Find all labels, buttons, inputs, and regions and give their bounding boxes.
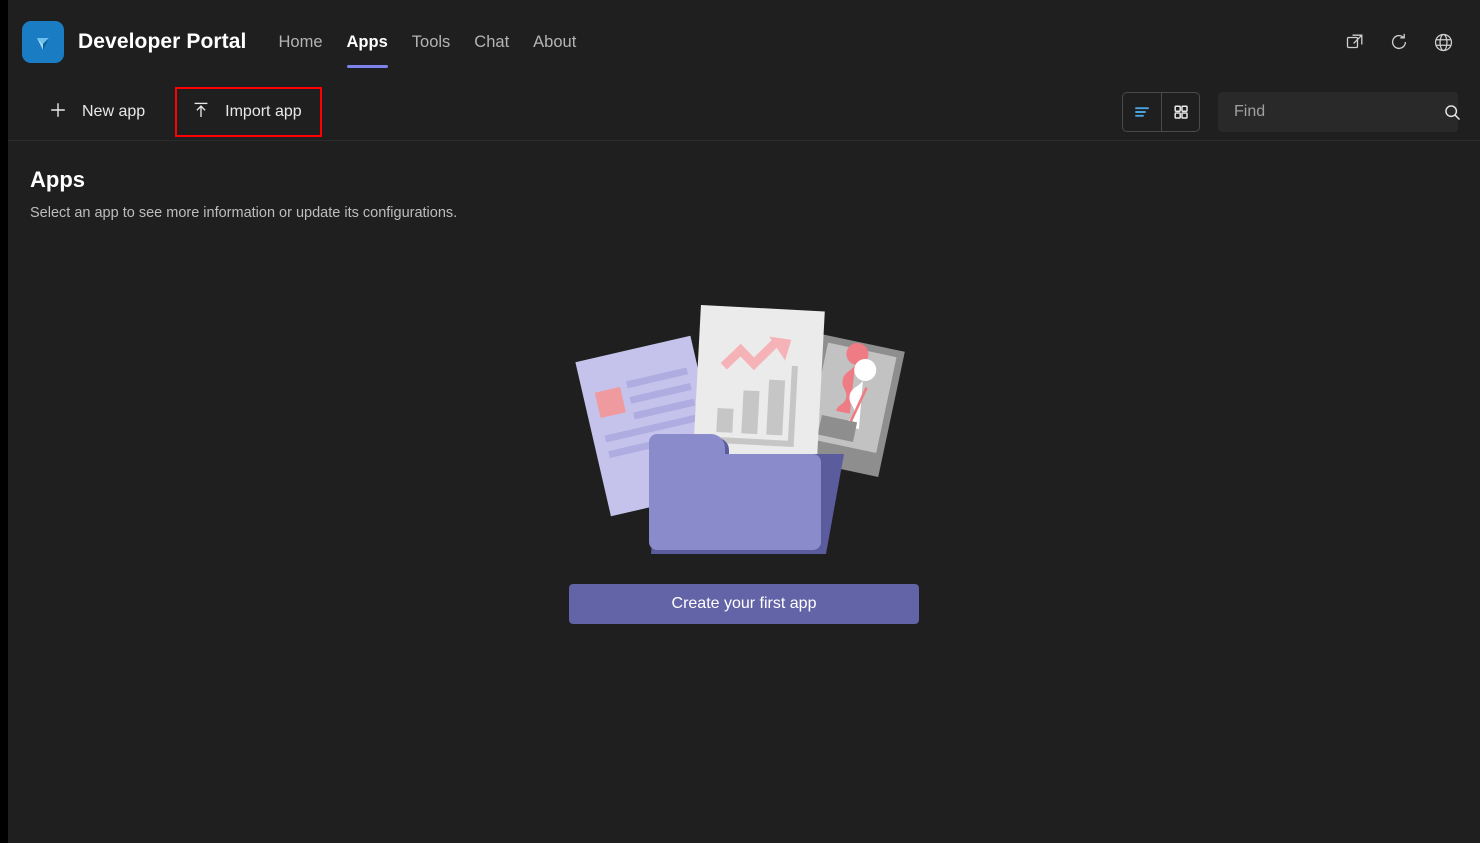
page-title: Apps — [30, 167, 85, 192]
nav-item-apps[interactable]: Apps — [335, 0, 400, 84]
app-header: Developer Portal Home Apps Tools Chat Ab… — [8, 0, 1480, 84]
new-app-button[interactable]: New app — [30, 91, 163, 133]
header-actions — [1342, 29, 1456, 55]
view-toggle-group — [1122, 92, 1200, 132]
empty-state: Create your first app — [8, 286, 1480, 624]
nav-item-home[interactable]: Home — [267, 0, 335, 84]
app-title: Developer Portal — [78, 30, 247, 53]
upload-arrow-icon — [191, 100, 211, 125]
plus-icon — [48, 100, 68, 125]
globe-icon[interactable] — [1430, 29, 1456, 55]
create-first-app-button[interactable]: Create your first app — [569, 584, 919, 624]
nav-item-chat[interactable]: Chat — [462, 0, 521, 84]
folder-with-documents-illustration — [575, 304, 905, 554]
import-app-button[interactable]: Import app — [175, 87, 322, 137]
list-view-icon[interactable] — [1123, 93, 1161, 131]
grid-view-icon[interactable] — [1161, 93, 1199, 131]
command-bar: New app Import app — [8, 84, 1480, 141]
search-box[interactable] — [1218, 92, 1460, 132]
page-subtitle: Select an app to see more information or… — [30, 205, 458, 221]
apps-page: Apps Select an app to see more informati… — [8, 141, 1480, 843]
refresh-icon[interactable] — [1386, 29, 1412, 55]
search-input[interactable] — [1234, 103, 1441, 121]
nav-item-about[interactable]: About — [521, 0, 588, 84]
search-icon[interactable] — [1441, 101, 1463, 123]
developer-portal-logo-icon — [22, 21, 64, 63]
developer-portal-window: Developer Portal Home Apps Tools Chat Ab… — [8, 0, 1480, 843]
open-in-new-window-icon[interactable] — [1342, 29, 1368, 55]
import-app-label: Import app — [225, 103, 302, 120]
new-app-label: New app — [82, 103, 146, 120]
main-nav: Home Apps Tools Chat About — [267, 0, 589, 84]
nav-item-tools[interactable]: Tools — [400, 0, 463, 84]
brand[interactable]: Developer Portal — [22, 21, 247, 63]
